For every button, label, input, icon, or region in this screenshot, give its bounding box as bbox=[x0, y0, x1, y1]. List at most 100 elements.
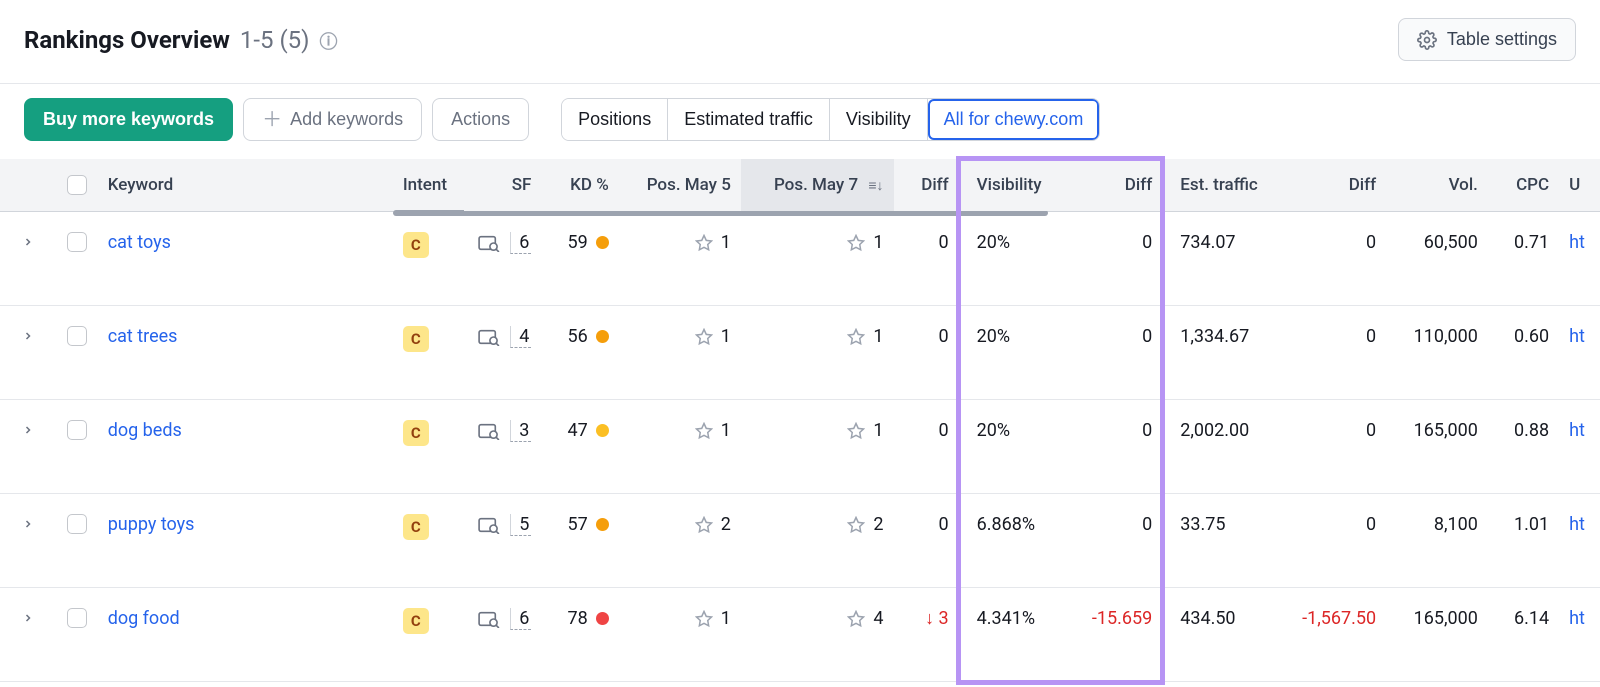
row-checkbox[interactable] bbox=[67, 232, 87, 252]
col-sf[interactable]: SF bbox=[464, 159, 541, 212]
gear-icon bbox=[1417, 30, 1437, 50]
kd-value: 78 bbox=[568, 608, 588, 629]
plus-icon: ＋ bbox=[262, 110, 282, 130]
vol-value: 60,500 bbox=[1424, 232, 1478, 253]
cpc-value: 6.14 bbox=[1514, 608, 1549, 629]
keyword-link[interactable]: dog food bbox=[108, 608, 180, 629]
select-all-checkbox[interactable] bbox=[67, 175, 87, 195]
sf-count[interactable]: 4 bbox=[510, 326, 531, 348]
row-checkbox[interactable] bbox=[67, 420, 87, 440]
vis-diff-value: 0 bbox=[1142, 232, 1152, 253]
expand-row-icon[interactable] bbox=[22, 608, 34, 629]
page-header: Rankings Overview 1-5 (5) ⓘ Table settin… bbox=[0, 0, 1600, 84]
url-link[interactable]: ht bbox=[1569, 514, 1585, 535]
table-row: puppy toys C 5 57 2 bbox=[0, 494, 1600, 588]
vis-diff-value: 0 bbox=[1142, 326, 1152, 347]
row-checkbox[interactable] bbox=[67, 514, 87, 534]
col-cpc[interactable]: CPC bbox=[1488, 159, 1559, 212]
pos-may7-value: 1 bbox=[873, 326, 883, 347]
keyword-link[interactable]: cat trees bbox=[108, 326, 178, 347]
table-settings-label: Table settings bbox=[1447, 29, 1557, 50]
col-keyword[interactable]: Keyword bbox=[98, 159, 393, 212]
cpc-value: 1.01 bbox=[1514, 514, 1549, 535]
est-diff-value: 0 bbox=[1366, 514, 1376, 535]
expand-row-icon[interactable] bbox=[22, 420, 34, 441]
visibility-value: 20% bbox=[977, 232, 1010, 253]
keyword-link[interactable]: dog beds bbox=[108, 420, 182, 441]
expand-row-icon[interactable] bbox=[22, 514, 34, 535]
col-intent[interactable]: Intent bbox=[393, 159, 464, 212]
kd-indicator-dot bbox=[596, 236, 609, 249]
star-icon bbox=[847, 516, 865, 534]
pos-may5-value: 1 bbox=[721, 420, 731, 441]
row-checkbox[interactable] bbox=[67, 608, 87, 628]
col-vol[interactable]: Vol. bbox=[1386, 159, 1488, 212]
col-kd[interactable]: KD % bbox=[541, 159, 618, 212]
vis-diff-value: -15.659 bbox=[1092, 608, 1152, 629]
pos-diff-value: ↓ 3 bbox=[925, 608, 949, 629]
pos-may7-value: 1 bbox=[873, 420, 883, 441]
col-vis-diff[interactable]: Diff bbox=[1071, 159, 1163, 212]
kd-indicator-dot bbox=[596, 518, 609, 531]
col-url[interactable]: U bbox=[1559, 159, 1600, 212]
col-pos-diff[interactable]: Diff bbox=[894, 159, 959, 212]
star-icon bbox=[695, 422, 713, 440]
keyword-link[interactable]: cat toys bbox=[108, 232, 171, 253]
est-diff-value: 0 bbox=[1366, 232, 1376, 253]
rankings-table: Keyword Intent SF KD % Pos. May 5 Pos. M… bbox=[0, 159, 1600, 682]
url-link[interactable]: ht bbox=[1569, 232, 1585, 253]
serp-features-icon bbox=[478, 234, 500, 252]
serp-features-icon bbox=[478, 610, 500, 628]
segment-positions[interactable]: Positions bbox=[562, 99, 668, 140]
kd-value: 56 bbox=[568, 326, 588, 347]
url-link[interactable]: ht bbox=[1569, 420, 1585, 441]
row-checkbox[interactable] bbox=[67, 326, 87, 346]
segment-est-traffic[interactable]: Estimated traffic bbox=[668, 99, 830, 140]
col-est-diff[interactable]: Diff bbox=[1274, 159, 1386, 212]
col-pos-may7[interactable]: Pos. May 7 ≡↓ bbox=[741, 159, 894, 212]
add-keywords-button[interactable]: ＋ Add keywords bbox=[243, 98, 422, 141]
intent-badge: C bbox=[403, 232, 429, 258]
rankings-table-wrapper: Keyword Intent SF KD % Pos. May 5 Pos. M… bbox=[0, 159, 1600, 682]
sf-count[interactable]: 5 bbox=[510, 514, 531, 536]
vol-value: 8,100 bbox=[1434, 514, 1478, 535]
star-icon bbox=[695, 328, 713, 346]
expand-row-icon[interactable] bbox=[22, 232, 34, 253]
col-visibility[interactable]: Visibility bbox=[959, 159, 1071, 212]
url-link[interactable]: ht bbox=[1569, 608, 1585, 629]
intent-badge: C bbox=[403, 326, 429, 352]
keyword-link[interactable]: puppy toys bbox=[108, 514, 195, 535]
sf-count[interactable]: 3 bbox=[510, 420, 531, 442]
star-icon bbox=[847, 610, 865, 628]
sf-count[interactable]: 6 bbox=[510, 608, 531, 630]
url-link[interactable]: ht bbox=[1569, 326, 1585, 347]
pos-may5-value: 1 bbox=[721, 608, 731, 629]
table-settings-button[interactable]: Table settings bbox=[1398, 18, 1576, 61]
buy-keywords-button[interactable]: Buy more keywords bbox=[24, 98, 233, 141]
pos-diff-value: 0 bbox=[939, 326, 949, 347]
star-icon bbox=[847, 422, 865, 440]
serp-features-icon bbox=[478, 328, 500, 346]
visibility-value: 20% bbox=[977, 326, 1010, 347]
vis-diff-value: 0 bbox=[1142, 420, 1152, 441]
serp-features-icon bbox=[478, 422, 500, 440]
pos-may5-value: 2 bbox=[721, 514, 731, 535]
pos-diff-value: 0 bbox=[939, 232, 949, 253]
pos-may7-value: 1 bbox=[873, 232, 883, 253]
table-row: dog beds C 3 47 1 bbox=[0, 400, 1600, 494]
segment-all-for[interactable]: All for chewy.com bbox=[928, 99, 1100, 140]
col-pos-may5[interactable]: Pos. May 5 bbox=[619, 159, 741, 212]
col-est-traffic[interactable]: Est. traffic bbox=[1162, 159, 1274, 212]
kd-indicator-dot bbox=[596, 612, 609, 625]
sf-count[interactable]: 6 bbox=[510, 232, 531, 254]
info-icon[interactable]: ⓘ bbox=[320, 28, 338, 54]
intent-badge: C bbox=[403, 514, 429, 540]
segment-visibility[interactable]: Visibility bbox=[830, 99, 928, 140]
table-row: cat toys C 6 59 1 bbox=[0, 212, 1600, 306]
pos-diff-value: 0 bbox=[939, 420, 949, 441]
table-row: dog food C 6 78 1 bbox=[0, 588, 1600, 682]
actions-button[interactable]: Actions bbox=[432, 98, 529, 141]
kd-value: 59 bbox=[568, 232, 588, 253]
expand-row-icon[interactable] bbox=[22, 326, 34, 347]
col-checkbox[interactable] bbox=[57, 159, 98, 212]
